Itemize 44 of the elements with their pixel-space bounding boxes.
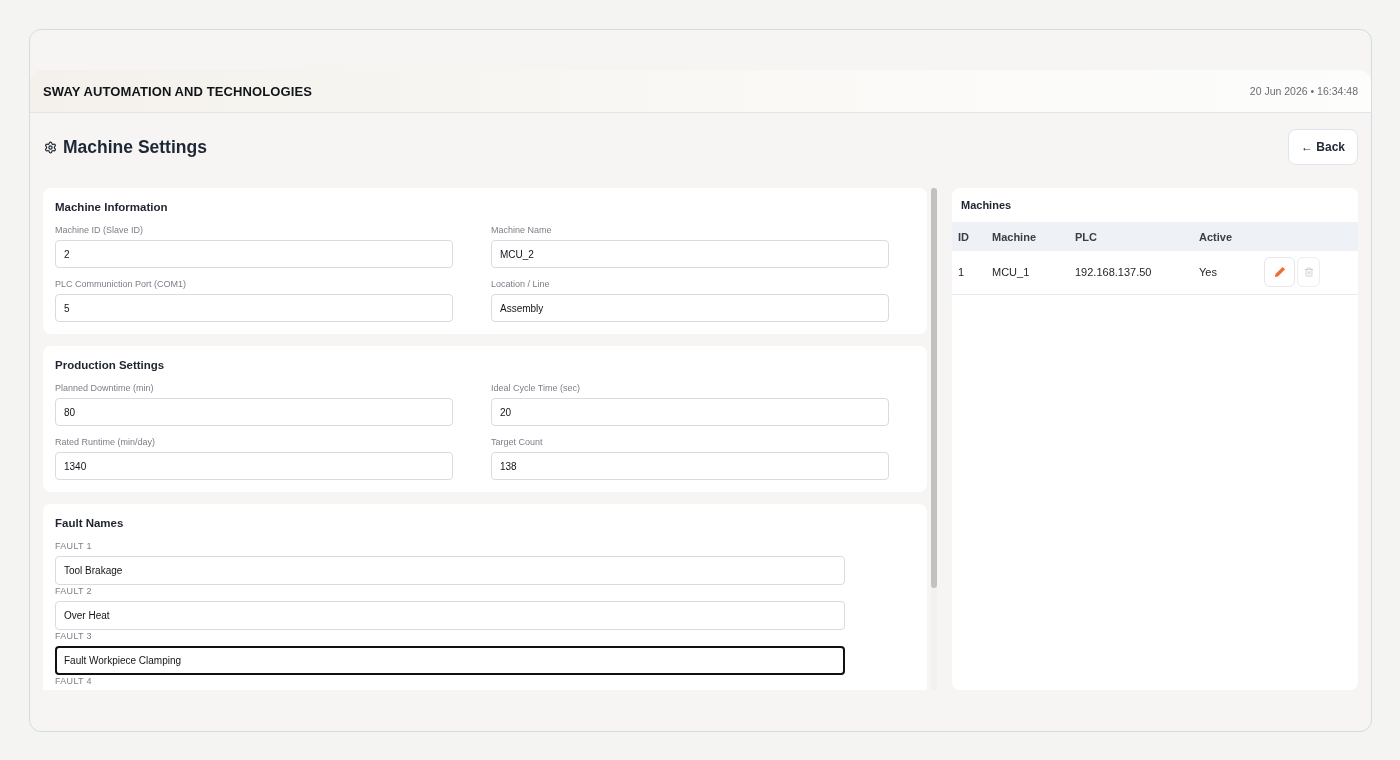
- field-label: Planned Downtime (min): [55, 382, 155, 394]
- back-button[interactable]: ← Back: [1288, 129, 1358, 165]
- input-field[interactable]: Tool Brakage: [55, 556, 845, 585]
- field-label: Ideal Cycle Time (sec): [491, 382, 582, 394]
- section-title: Production Settings: [55, 358, 166, 372]
- table-cell: MCU_1: [986, 251, 1069, 294]
- input-field[interactable]: 80: [55, 398, 453, 426]
- section-title: Machine Information: [55, 200, 169, 214]
- input-field[interactable]: MCU_2: [491, 240, 889, 268]
- settings-icon: [44, 140, 57, 154]
- input-field[interactable]: 2: [55, 240, 453, 268]
- field-label: Rated Runtime (min/day): [55, 436, 157, 448]
- table-cell: 1: [952, 251, 986, 294]
- trash-icon: [1303, 267, 1314, 278]
- column-header: ID: [952, 222, 986, 251]
- date-time: 20 Jun 2026 • 16:34:48: [1249, 85, 1358, 97]
- input-field[interactable]: 1340: [55, 452, 453, 480]
- field-label: Target Count: [491, 436, 544, 448]
- input-field[interactable]: 5: [55, 294, 453, 322]
- column-header: Machine: [986, 222, 1069, 251]
- page-title: Machine Settings: [63, 136, 207, 158]
- field-label: PLC Communiction Port (COM1): [55, 278, 188, 290]
- table-cell: Yes: [1193, 251, 1258, 294]
- input-field[interactable]: 138: [491, 452, 889, 480]
- input-field[interactable]: Over Heat: [55, 601, 845, 630]
- input-field[interactable]: Assembly: [491, 294, 889, 322]
- input-field[interactable]: 20: [491, 398, 889, 426]
- field-label: FAULT 4: [55, 676, 93, 687]
- section-title: Fault Names: [55, 516, 125, 530]
- column-header: Active: [1193, 222, 1258, 251]
- column-header: PLC: [1069, 222, 1193, 251]
- panel-title: Machines: [960, 198, 1013, 213]
- field-label: FAULT 2: [55, 586, 93, 597]
- table-cell: 192.168.137.50: [1069, 251, 1193, 294]
- scrollbar[interactable]: [931, 188, 937, 690]
- field-label: Machine ID (Slave ID): [55, 224, 145, 236]
- field-label: FAULT 1: [55, 541, 93, 552]
- field-label: Machine Name: [491, 224, 553, 236]
- input-field[interactable]: Fault Workpiece Clamping: [55, 646, 845, 675]
- field-label: Location / Line: [491, 278, 551, 290]
- pencil-icon: [1273, 266, 1286, 279]
- company-name: SWAY AUTOMATION AND TECHNOLOGIES: [43, 83, 312, 99]
- edit-button[interactable]: [1264, 257, 1295, 288]
- field-label: FAULT 3: [55, 631, 93, 642]
